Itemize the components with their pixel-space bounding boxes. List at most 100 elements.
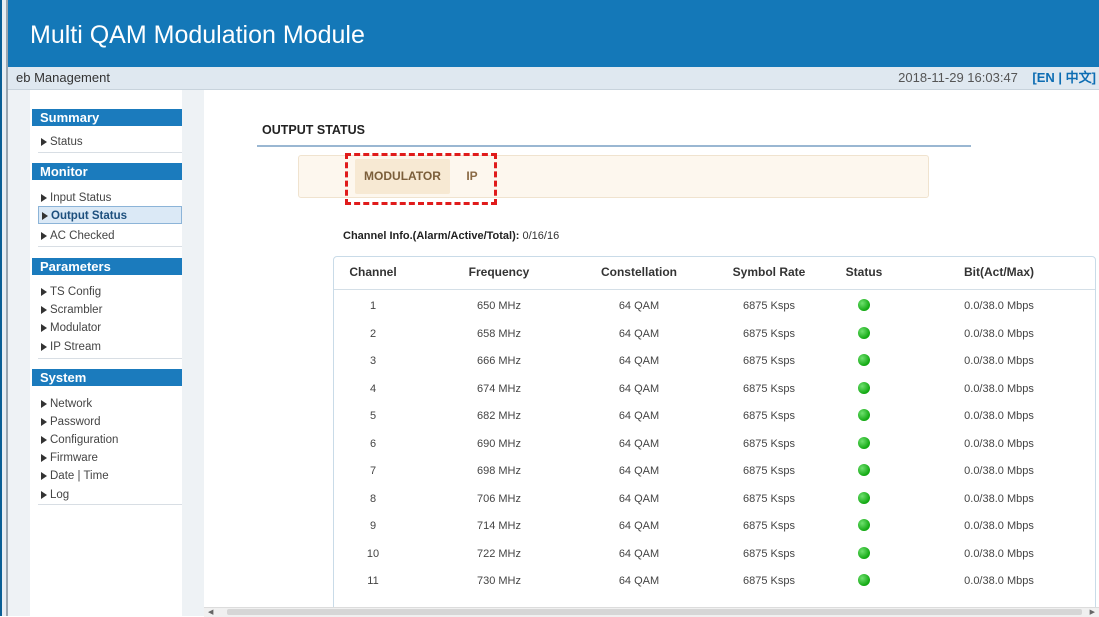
- cell-bit: 0.0/38.0 Mbps: [964, 492, 1034, 505]
- cell-frequency: 714 MHz: [476, 520, 522, 532]
- cell-symbol-rate: 6875 Ksps: [743, 300, 795, 312]
- section-monitor: Monitor: [32, 163, 182, 180]
- triangle-icon: [41, 343, 47, 351]
- cell-bit: 0.0/38.0 Mbps: [964, 547, 1034, 560]
- window-left-edge: [0, 0, 8, 616]
- column-header-constellation: Constellation: [600, 265, 677, 279]
- sidebar-item-ip-stream[interactable]: IP Stream: [38, 338, 182, 356]
- triangle-icon: [41, 472, 47, 480]
- app-banner: Multi QAM Modulation Module: [8, 0, 1099, 67]
- cell-bit: 0.0/38.0 Mbps: [964, 520, 1034, 532]
- triangle-icon: [41, 288, 47, 296]
- cell-constellation: 64 QAM: [618, 575, 660, 587]
- cell-bit: 0.0/38.0 Mbps: [964, 437, 1034, 450]
- sidebar-item-output-status[interactable]: Output Status: [38, 206, 182, 224]
- table-row: 10 722 MHz 64 QAM 6875 Ksps 0.0/38.0 Mbps: [334, 540, 1095, 568]
- triangle-icon: [41, 436, 47, 444]
- cell-constellation: 64 QAM: [618, 300, 660, 312]
- column-header-status: Status: [845, 265, 883, 279]
- status-ok-icon: [858, 491, 870, 504]
- triangle-icon: [41, 491, 47, 499]
- sub-header-bar: eb Management 2018-11-29 16:03:47 [EN | …: [8, 67, 1099, 90]
- table-row: 6 690 MHz 64 QAM 6875 Ksps 0.0/38.0 Mbps: [334, 430, 1095, 458]
- sidebar-item-configuration[interactable]: Configuration: [38, 431, 182, 449]
- divider: [38, 152, 182, 153]
- cell-symbol-rate: 6875 Ksps: [743, 355, 795, 367]
- cell-frequency: 682 MHz: [476, 410, 522, 422]
- status-ok-icon: [858, 436, 870, 449]
- cell-bit: 0.0/38.0 Mbps: [964, 327, 1034, 340]
- sidebar-item-log[interactable]: Log: [38, 486, 182, 504]
- channel-info-label: Channel Info.(Alarm/Active/Total):: [343, 230, 520, 242]
- highlight-box: [345, 153, 497, 205]
- column-header-bit: Bit(Act/Max): [963, 265, 1034, 279]
- cell-symbol-rate: 6875 Ksps: [743, 382, 795, 395]
- status-ok-icon: [858, 354, 870, 366]
- sidebar-item-input-status[interactable]: Input Status: [38, 189, 182, 207]
- sidebar-item-scrambler[interactable]: Scrambler: [38, 301, 182, 319]
- cell-symbol-rate: 6875 Ksps: [743, 547, 795, 560]
- cell-constellation: 64 QAM: [618, 547, 660, 560]
- header-right: 2018-11-29 16:03:47 [EN | 中文]: [898, 67, 1096, 89]
- sidebar: Summary Status Monitor Input Status Outp…: [8, 90, 204, 616]
- cell-symbol-rate: 6875 Ksps: [743, 465, 795, 477]
- sidebar-item-network[interactable]: Network: [38, 395, 182, 413]
- cell-channel: 7: [369, 465, 377, 477]
- lang-separator: |: [1054, 70, 1066, 85]
- table-row: 8 706 MHz 64 QAM 6875 Ksps 0.0/38.0 Mbps: [334, 485, 1095, 513]
- triangle-icon: [41, 138, 47, 146]
- cell-symbol-rate: 6875 Ksps: [743, 520, 795, 532]
- sidebar-item-ts-config[interactable]: TS Config: [38, 283, 182, 301]
- cell-frequency: 706 MHz: [476, 492, 522, 505]
- status-ok-icon: [858, 574, 870, 586]
- cell-symbol-rate: 6875 Ksps: [743, 410, 795, 422]
- divider: [38, 504, 182, 505]
- triangle-icon: [41, 418, 47, 426]
- cell-bit: 0.0/38.0 Mbps: [964, 410, 1034, 422]
- cell-constellation: 64 QAM: [618, 520, 660, 532]
- cell-symbol-rate: 6875 Ksps: [743, 575, 795, 587]
- sidebar-item-date-time[interactable]: Date | Time: [38, 467, 182, 485]
- cell-constellation: 64 QAM: [618, 410, 660, 422]
- lang-en-link[interactable]: EN: [1037, 70, 1055, 85]
- lang-zh-link[interactable]: 中文: [1066, 70, 1092, 85]
- page-title: OUTPUT STATUS: [262, 123, 366, 137]
- status-ok-icon: [858, 519, 870, 531]
- table-row: 11 730 MHz 64 QAM 6875 Ksps 0.0/38.0 Mbps: [334, 567, 1095, 595]
- sidebar-item-password[interactable]: Password: [38, 413, 182, 431]
- cell-channel: 6: [369, 437, 377, 450]
- scrollbar-thumb[interactable]: [227, 609, 1082, 615]
- cell-channel: 10: [366, 547, 380, 560]
- triangle-icon: [42, 212, 48, 220]
- table-row: 9 714 MHz 64 QAM 6875 Ksps 0.0/38.0 Mbps: [334, 512, 1095, 540]
- cell-constellation: 64 QAM: [618, 382, 660, 395]
- triangle-icon: [41, 232, 47, 240]
- divider: [38, 246, 182, 247]
- cell-frequency: 690 MHz: [476, 437, 522, 450]
- table-row: 5 682 MHz 64 QAM 6875 Ksps 0.0/38.0 Mbps: [334, 402, 1095, 430]
- triangle-icon: [41, 306, 47, 314]
- column-header-channel: Channel: [349, 265, 397, 279]
- status-ok-icon: [858, 299, 870, 311]
- cell-symbol-rate: 6875 Ksps: [743, 492, 795, 505]
- status-ok-icon: [858, 326, 870, 339]
- cell-channel: 11: [367, 575, 379, 587]
- triangle-icon: [41, 194, 47, 202]
- cell-constellation: 64 QAM: [618, 327, 660, 340]
- cell-symbol-rate: 6875 Ksps: [743, 437, 795, 450]
- sidebar-item-firmware[interactable]: Firmware: [38, 449, 182, 467]
- column-header-symbol-rate: Symbol Rate: [732, 265, 806, 279]
- table-row: 7 698 MHz 64 QAM 6875 Ksps 0.0/38.0 Mbps: [334, 457, 1095, 485]
- cell-constellation: 64 QAM: [618, 492, 660, 505]
- status-ok-icon: [858, 546, 870, 559]
- sidebar-item-modulator[interactable]: Modulator: [38, 319, 182, 337]
- cell-channel: 9: [369, 520, 377, 532]
- sidebar-item-ac-checked[interactable]: AC Checked: [38, 227, 182, 245]
- sidebar-item-status[interactable]: Status: [38, 133, 182, 151]
- column-header-frequency: Frequency: [468, 265, 530, 279]
- cell-constellation: 64 QAM: [618, 437, 660, 450]
- section-parameters: Parameters: [32, 258, 182, 275]
- cell-frequency: 722 MHz: [476, 547, 522, 560]
- section-system: System: [32, 369, 182, 386]
- table-row: 1 650 MHz 64 QAM 6875 Ksps 0.0/38.0 Mbps: [334, 292, 1095, 320]
